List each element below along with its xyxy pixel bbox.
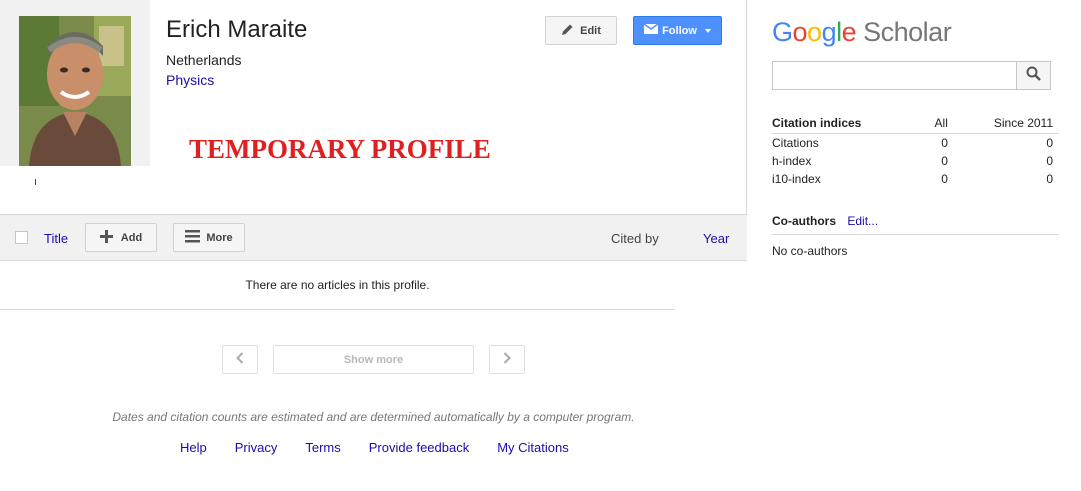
logo-letter: o [807,17,822,47]
citation-indices-heading: Citation indices [772,115,901,134]
footer-link-help[interactable]: Help [180,440,207,455]
metric-since: 0 [1046,172,1053,186]
more-actions-label: More [206,231,233,244]
footer-links: Help Privacy Terms Provide feedback My C… [180,440,569,455]
sort-by-year-link[interactable]: Year [703,231,729,246]
temporary-profile-banner: TEMPORARY PROFILE [189,134,491,164]
menu-icon [185,229,201,246]
edit-profile-label: Edit [580,24,601,37]
metric-label: Citations [772,136,819,151]
logo-letter: G [772,17,793,47]
table-row: i10-index 0 0 [772,170,1059,188]
previous-page-button[interactable] [222,345,258,374]
citation-indices-table: Citation indices All Since 2011 Citation… [772,115,1059,188]
search-icon [1026,66,1041,86]
profile-affiliation: Netherlands [166,52,242,68]
logo-letter: o [792,17,808,47]
edit-coauthors-link[interactable]: Edit... [847,214,878,228]
articles-toolbar: Title Add More Cited by Year [0,214,747,261]
logo-letter: g [821,17,837,47]
edit-profile-button[interactable]: Edit [545,16,617,45]
metric-all: 0 [941,172,948,186]
select-all-checkbox[interactable] [15,231,28,244]
profile-name: Erich Maraite [166,16,308,43]
table-row: Citations 0 0 [772,134,1059,152]
cursor-mark [35,179,36,185]
chevron-right-icon [503,351,511,369]
show-more-button[interactable]: Show more [273,345,474,374]
envelope-icon [643,23,659,37]
table-row: h-index 0 0 [772,152,1059,170]
footer-link-privacy[interactable]: Privacy [235,440,278,455]
next-page-button[interactable] [489,345,525,374]
profile-photo-frame [0,0,150,166]
search-button[interactable] [1016,61,1051,90]
follow-button[interactable]: Follow [633,16,722,45]
logo-scholar-word: Scholar [863,17,952,47]
metric-since: 0 [1046,136,1053,151]
add-article-label: Add [120,231,143,244]
metric-all: 0 [941,136,948,151]
google-scholar-logo[interactable]: Google Scholar [772,17,952,48]
metric-since: 0 [1046,154,1053,168]
coauthors-header: Co-authors Edit... [772,214,1059,235]
chevron-down-icon [704,28,711,33]
footer-link-terms[interactable]: Terms [305,440,340,455]
col-since-header: Since 2011 [947,115,1059,134]
search-input[interactable] [772,61,1017,90]
pencil-icon [561,23,574,39]
metric-label: h-index [772,154,812,168]
coauthors-heading: Co-authors [772,214,836,228]
footer-link-feedback[interactable]: Provide feedback [369,440,469,455]
plus-icon [99,229,113,246]
col-all-header: All [900,115,948,134]
logo-letter: e [841,17,857,47]
cited-by-header[interactable]: Cited by [611,231,659,246]
citation-table-header: Citation indices All Since 2011 [772,115,1059,134]
no-coauthors-message: No co-authors [772,244,848,258]
sort-by-title-link[interactable]: Title [44,231,68,246]
metric-label: i10-index [772,172,821,186]
chevron-left-icon [236,351,244,369]
disclaimer-text: Dates and citation counts are estimated … [112,410,635,424]
follow-label: Follow [662,24,697,37]
add-article-button[interactable]: Add [85,223,157,252]
more-actions-button[interactable]: More [173,223,245,252]
profile-interest-link[interactable]: Physics [166,72,214,88]
metric-all: 0 [941,154,948,168]
footer-link-my-citations[interactable]: My Citations [497,440,569,455]
profile-photo [19,16,131,166]
no-articles-message: There are no articles in this profile. [245,278,430,292]
articles-divider [0,309,675,310]
